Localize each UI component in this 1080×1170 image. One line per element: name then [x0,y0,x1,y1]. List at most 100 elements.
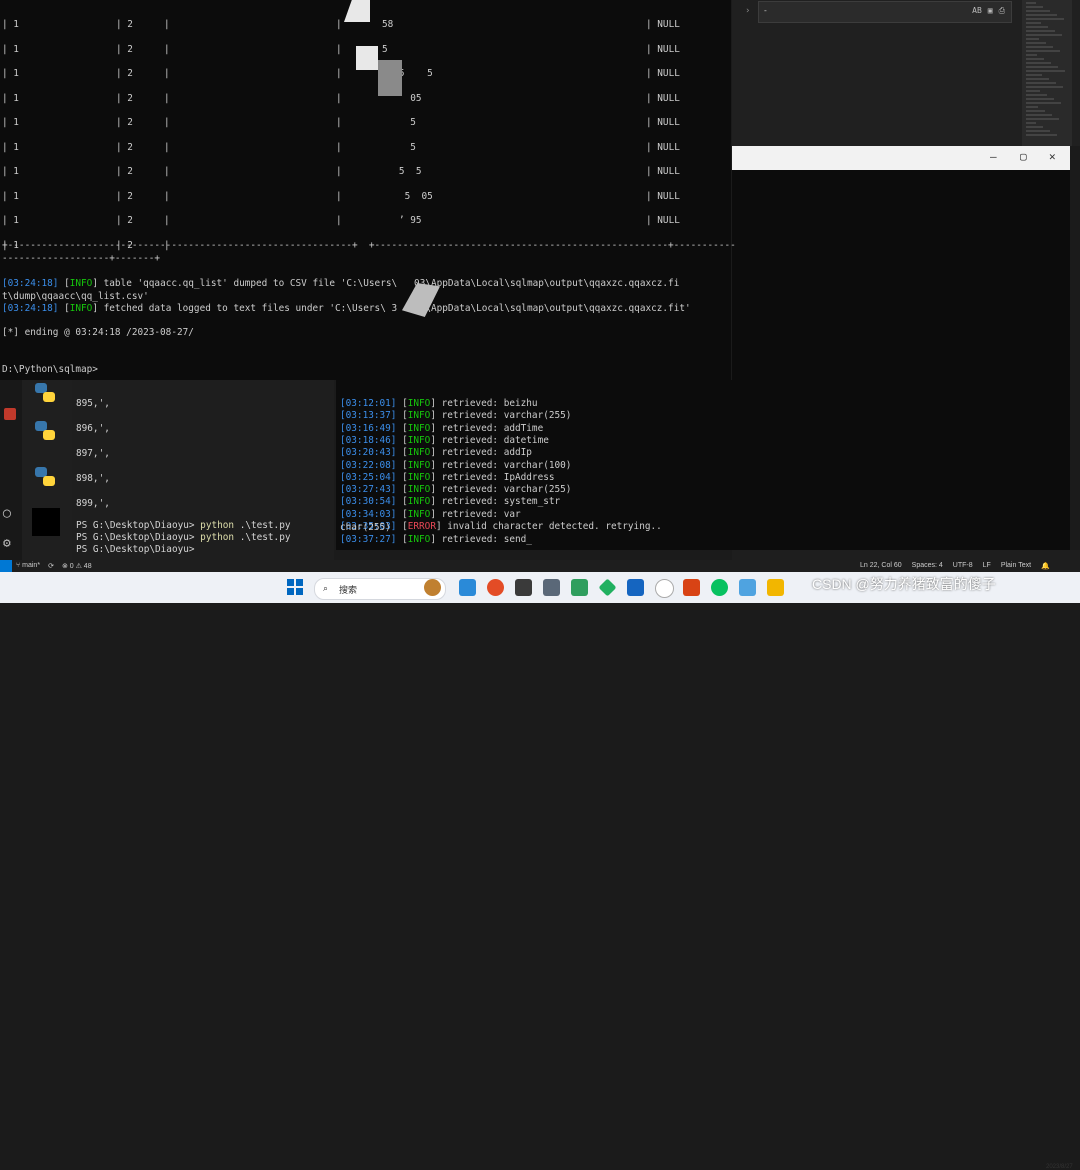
minimap-line [1026,66,1058,68]
minimap-line [1026,110,1045,112]
table-cell: | 1 [2,92,19,104]
console-window: — ▢ ✕ [732,146,1070,572]
tray-date[interactable]: 2023/8/27 [1046,1164,1073,1170]
table-cell: | 2 [116,68,133,79]
log-line: [03:34:03] [INFO] retrieved: var [340,508,521,520]
vscode-icon[interactable] [459,579,476,596]
log-level: INFO [69,303,93,314]
table-cell: | 2 [116,215,133,226]
terminal-icon[interactable] [515,579,532,596]
minimap-line [1026,98,1054,100]
redaction-mark [378,60,402,96]
app-icon[interactable] [571,579,588,596]
python-icon[interactable] [32,464,58,490]
code-line[interactable]: 896,', [76,423,110,434]
log-text: table 'qqaacc.qq_list' dumped to CSV fil… [97,278,680,289]
sync-icon[interactable]: ⟳ [48,562,54,570]
photos-icon[interactable] [739,579,756,596]
find-widget[interactable]: › - AB ▣ ⎙ [745,1,1012,23]
minimize-button[interactable]: — [990,150,997,163]
bell-icon[interactable]: 🔔 [1041,562,1050,570]
cursor-position[interactable]: Ln 22, Col 60 [860,562,902,570]
sqlmap-output[interactable]: [03:12:01] [INFO] retrieved: beizhu [03:1… [336,380,732,550]
console-titlebar[interactable]: — ▢ ✕ [732,146,1070,170]
minimap-line [1026,78,1049,80]
find-input[interactable]: - [763,6,768,15]
app-icon[interactable] [424,579,441,596]
table-cell: | [164,43,170,55]
language-mode[interactable]: Plain Text [1001,562,1031,570]
table-cell: | [164,92,170,104]
python-icon[interactable] [32,380,58,406]
table-cell: | [164,190,170,202]
table-cell: 5 05 [382,190,433,202]
app-icon[interactable] [598,578,617,597]
ps-prompt: PS G:\Desktop\Diaoyu> [76,520,195,531]
table-cell: | [336,141,342,153]
log-text: retrieved: datetime [435,434,549,446]
table-cell: | 1 [2,117,19,128]
log-line: [03:20:43] [INFO] retrieved: addIp [340,447,532,459]
code-line[interactable]: 898,', [76,473,110,484]
app-icon[interactable] [543,579,560,596]
table-cell: | [336,166,342,177]
table-cell: | NULL [646,166,680,177]
print-icon[interactable]: ⎙ [999,6,1005,16]
log-text: retrieved: addIp [435,447,532,459]
gear-icon[interactable]: ⚙ [3,536,11,551]
minimap-line [1026,122,1036,124]
table-cell: | 2 [116,117,133,128]
app-icon[interactable] [627,579,644,596]
branch-indicator[interactable]: ⑂ main* [16,562,40,570]
log-line: [03:24:18] [INFO] table 'qqaacc.qq_list'… [2,278,680,289]
log-timestamp: [03:18:46] [340,434,397,446]
table-cell: | NULL [646,215,680,226]
file-explorer-icon[interactable] [767,579,784,596]
minimap-line [1026,42,1046,44]
app-icon[interactable] [655,579,674,598]
log-line-wrap: char(255) [340,522,391,533]
sqlmap-terminal[interactable]: | 1 | 2 | | 58 | NULL | 1 | 2 | | 5 | NULL | 1 | 2 | | 2… [0,0,736,380]
csdn-watermark: CSDN @努力养猪致富的傻子 [812,576,996,592]
log-timestamp: [03:16:49] [340,422,397,434]
encoding[interactable]: UTF-8 [953,562,973,570]
table-cell: | [336,117,342,128]
minimap[interactable] [1022,0,1072,146]
code-line[interactable]: 895,', [76,398,110,409]
command-prompt[interactable]: D:\Python\sqlmap> [2,364,98,375]
log-level: INFO [69,278,93,289]
close-button[interactable]: ✕ [1049,150,1056,163]
extension-icon[interactable] [4,408,16,420]
find-options[interactable]: AB [972,6,982,16]
log-level: INFO [407,484,431,496]
table-cell: | [336,19,342,30]
maximize-button[interactable]: ▢ [1020,150,1027,163]
minimap-line [1026,118,1059,120]
code-editor[interactable]: 895,', 896,', 897,', 898,', 899,', PS G:\Des… [72,380,334,560]
table-cell: | 1 [2,19,19,30]
windows-start-icon[interactable] [287,579,303,595]
python-icon[interactable] [32,418,58,444]
log-timestamp: [03:30:54] [340,496,397,508]
app-icon[interactable] [683,579,700,596]
account-icon[interactable]: ◯ [3,506,11,521]
table-cell: | NULL [646,117,680,128]
wechat-icon[interactable] [711,579,728,596]
log-level: INFO [407,459,431,471]
minimap-line [1026,54,1037,56]
chevron-right-icon[interactable]: › [745,6,750,16]
log-line: [03:12:01] [INFO] retrieved: beizhu [340,398,538,409]
line-ending[interactable]: LF [983,562,991,570]
code-line[interactable]: 899,', [76,498,110,509]
table-cell: 5 [382,117,416,128]
minimap-line [1026,34,1062,36]
minimap-line [1026,94,1047,96]
minimap-line [1026,106,1038,108]
problems-indicator[interactable]: ⊗ 0 ⚠ 48 [62,562,92,570]
code-line[interactable]: 897,', [76,448,110,459]
minimap-line [1026,22,1041,24]
indentation[interactable]: Spaces: 4 [912,562,943,570]
clipboard-icon[interactable]: ▣ [988,6,993,16]
chrome-icon[interactable] [487,579,504,596]
remote-indicator-icon[interactable] [0,560,12,572]
